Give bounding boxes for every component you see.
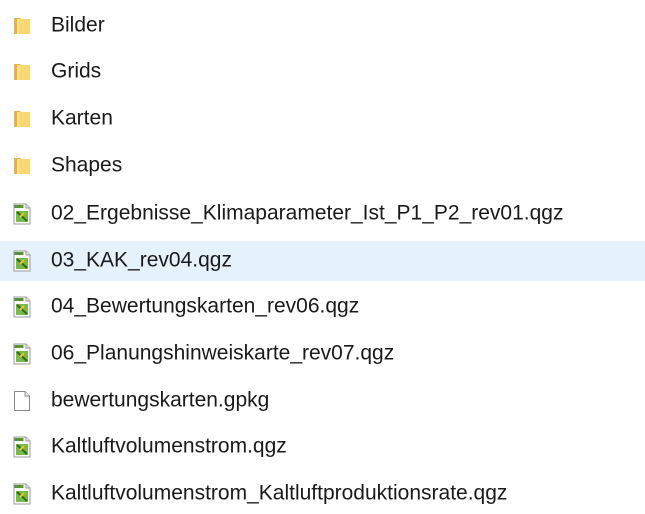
qgis-project-icon — [13, 343, 31, 365]
file-name: Kaltluftvolumenstrom_Kaltluftproduktions… — [51, 481, 508, 505]
qgis-project-icon — [13, 483, 31, 505]
file-name: Shapes — [51, 153, 123, 177]
folder-icon — [14, 64, 30, 80]
list-item-file[interactable]: 02_Ergebnisse_Klimaparameter_Ist_P1_P2_r… — [0, 194, 645, 234]
file-name: Karten — [51, 106, 113, 130]
list-item-file[interactable]: bewertungskarten.gpkg — [0, 381, 645, 421]
file-name: Grids — [51, 59, 102, 83]
file-name: Bilder — [51, 13, 105, 37]
list-item-file[interactable]: 06_Planungshinweiskarte_rev07.qgz — [0, 334, 645, 374]
qgis-project-icon — [13, 436, 31, 458]
file-name: Kaltluftvolumenstrom.qgz — [51, 434, 287, 458]
qgis-project-icon — [13, 250, 31, 272]
file-name: 02_Ergebnisse_Klimaparameter_Ist_P1_P2_r… — [51, 201, 564, 225]
folder-icon — [14, 111, 30, 127]
list-item-file[interactable]: Kaltluftvolumenstrom_Kaltluftproduktions… — [0, 474, 645, 514]
list-item-folder[interactable]: Grids — [0, 52, 645, 92]
generic-file-icon — [14, 391, 30, 411]
folder-icon — [14, 18, 30, 34]
file-name: 04_Bewertungskarten_rev06.qgz — [51, 294, 360, 318]
list-item-folder[interactable]: Shapes — [0, 146, 645, 186]
file-name: 06_Planungshinweiskarte_rev07.qgz — [51, 341, 395, 365]
qgis-project-icon — [13, 296, 31, 318]
file-name: 03_KAK_rev04.qgz — [51, 248, 232, 272]
list-item-file-selected[interactable]: 03_KAK_rev04.qgz — [0, 241, 645, 281]
qgis-project-icon — [13, 203, 31, 225]
file-list: Bilder Grids Karten Shapes 02_Ergebnisse… — [0, 0, 645, 508]
list-item-folder[interactable]: Bilder — [0, 6, 645, 46]
list-item-folder[interactable]: Karten — [0, 99, 645, 139]
list-item-file[interactable]: 04_Bewertungskarten_rev06.qgz — [0, 287, 645, 327]
file-name: bewertungskarten.gpkg — [51, 388, 270, 412]
list-item-file[interactable]: Kaltluftvolumenstrom.qgz — [0, 427, 645, 467]
folder-icon — [14, 158, 30, 174]
